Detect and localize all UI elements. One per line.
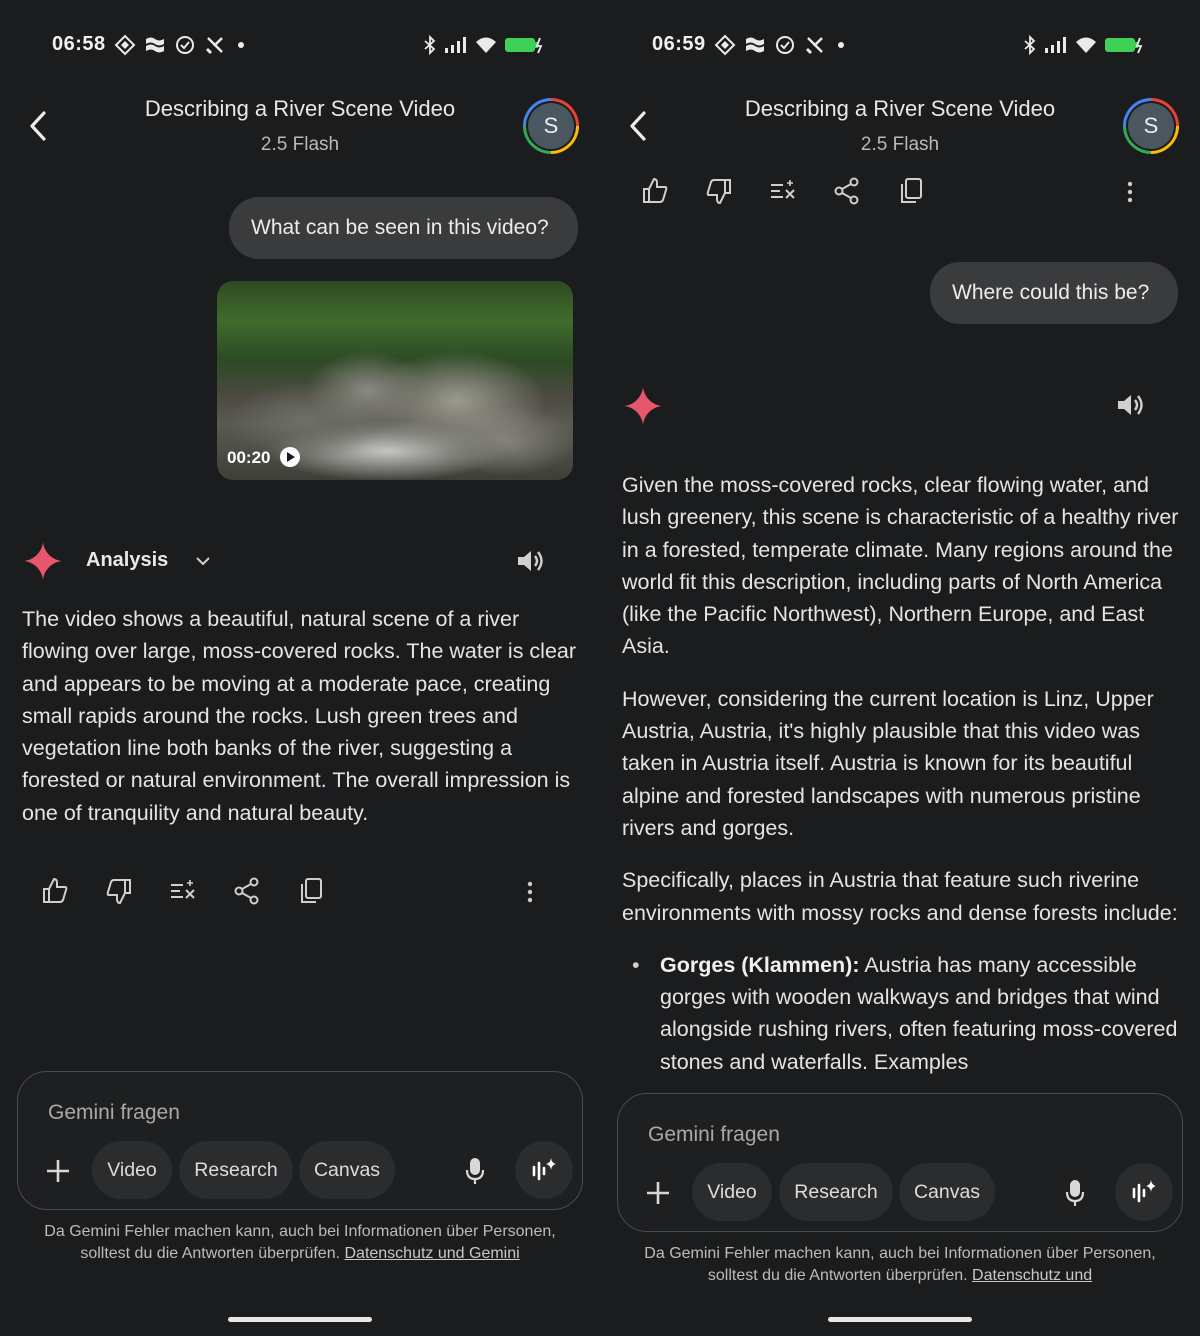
microphone-icon[interactable] — [1064, 1178, 1086, 1208]
live-sparkle-icon — [532, 1158, 556, 1181]
user-message-bubble: Where could this be? — [930, 262, 1178, 324]
modify-response-icon[interactable] — [768, 176, 798, 206]
model-label[interactable]: 2.5 Flash — [600, 134, 1200, 156]
response-paragraph-1: Given the moss-covered rocks, clear flow… — [622, 473, 1179, 659]
wifi-icon — [1076, 37, 1096, 53]
video-duration: 00:20 — [227, 448, 271, 467]
home-indicator[interactable] — [228, 1317, 372, 1322]
video-thumbnail[interactable]: 00:20 — [217, 281, 573, 480]
privacy-link[interactable]: Datenschutz und Gemini — [344, 1245, 519, 1262]
tools-icon — [205, 37, 223, 55]
speaker-icon[interactable] — [516, 547, 546, 575]
research-chip[interactable]: Research — [779, 1163, 893, 1221]
chat-title: Describing a River Scene Video — [744, 96, 1056, 121]
signal-icon — [445, 37, 466, 53]
canvas-chip[interactable]: Canvas — [899, 1163, 995, 1221]
check-circle-icon — [176, 36, 194, 54]
flag-icon — [746, 37, 764, 53]
canvas-chip[interactable]: Canvas — [299, 1141, 395, 1199]
status-system-icons — [1022, 33, 1144, 57]
prompt-input-box[interactable]: Gemini fragen Video Research Canvas — [617, 1093, 1183, 1232]
share-icon[interactable] — [232, 876, 262, 906]
dot-icon — [838, 42, 844, 48]
user-message-text: Where could this be? — [952, 281, 1150, 304]
user-message-text: What can be seen in this video? — [251, 216, 549, 239]
plus-icon[interactable] — [644, 1179, 672, 1207]
video-chip[interactable]: Video — [692, 1163, 772, 1221]
notification-app-icon — [714, 34, 736, 56]
more-options-icon[interactable] — [1120, 176, 1140, 206]
status-notification-icons — [114, 33, 248, 57]
speaker-icon[interactable] — [1116, 391, 1146, 419]
chevron-down-icon[interactable] — [194, 553, 212, 569]
response-actions — [0, 876, 600, 910]
response-paragraph-2: However, considering the current locatio… — [622, 686, 1154, 840]
thumbs-up-icon[interactable] — [40, 876, 70, 906]
plus-icon[interactable] — [44, 1157, 72, 1185]
avatar[interactable]: S — [1123, 98, 1179, 154]
avatar-letter: S — [1128, 103, 1174, 149]
avatar[interactable]: S — [523, 98, 579, 154]
video-chip[interactable]: Video — [92, 1141, 172, 1199]
wifi-icon — [476, 37, 496, 53]
user-message-bubble: What can be seen in this video? — [229, 197, 578, 259]
prompt-input[interactable]: Gemini fragen — [48, 1101, 180, 1125]
flag-icon — [146, 37, 164, 53]
analysis-label[interactable]: Analysis — [86, 549, 168, 572]
more-options-icon[interactable] — [520, 876, 540, 906]
status-time: 06:59 — [652, 33, 706, 55]
home-indicator[interactable] — [828, 1317, 972, 1322]
live-sparkle-icon — [1132, 1180, 1156, 1203]
response-text: The video shows a beautiful, natural sce… — [22, 603, 582, 849]
thumbs-down-icon[interactable] — [104, 876, 134, 906]
response-paragraph: The video shows a beautiful, natural sce… — [22, 607, 577, 825]
right-screen: 06:59 Describing a River Scene Video 2.5… — [600, 0, 1200, 1336]
battery-icon — [505, 37, 543, 54]
copy-icon[interactable] — [297, 876, 327, 906]
privacy-link[interactable]: Datenschutz und — [972, 1267, 1092, 1284]
status-system-icons — [422, 33, 544, 57]
copy-icon[interactable] — [897, 176, 927, 206]
thumbs-down-icon[interactable] — [704, 176, 734, 206]
chat-title: Describing a River Scene Video — [144, 96, 456, 121]
response-text: Given the moss-covered rocks, clear flow… — [622, 469, 1182, 1089]
modify-response-icon[interactable] — [168, 876, 198, 906]
left-screen: 06:58 Describing a River Scene Video 2.5… — [0, 0, 600, 1336]
gemini-star-icon — [624, 387, 662, 425]
play-icon[interactable] — [279, 446, 301, 468]
live-mode-button[interactable] — [515, 1141, 573, 1199]
thumbs-up-icon[interactable] — [640, 176, 670, 206]
check-circle-icon — [776, 36, 794, 54]
signal-icon — [1045, 37, 1066, 53]
prompt-input-box[interactable]: Gemini fragen Video Research Canvas — [17, 1071, 583, 1210]
list-item: Gorges (Klammen): Austria has many acces… — [622, 949, 1182, 1078]
share-icon[interactable] — [832, 176, 862, 206]
response-paragraph-3: Specifically, places in Austria that fea… — [622, 868, 1178, 925]
bluetooth-icon — [1024, 35, 1036, 55]
disclaimer: Da Gemini Fehler machen kann, auch bei I… — [40, 1221, 560, 1265]
status-notification-icons — [714, 33, 848, 57]
live-mode-button[interactable] — [1115, 1163, 1173, 1221]
model-label[interactable]: 2.5 Flash — [0, 134, 600, 156]
tools-icon — [805, 37, 823, 55]
research-chip[interactable]: Research — [179, 1141, 293, 1199]
gemini-star-icon — [24, 542, 62, 580]
prompt-input[interactable]: Gemini fragen — [648, 1123, 780, 1147]
bullet-title: Gorges (Klammen): — [660, 952, 860, 977]
notification-app-icon — [114, 34, 136, 56]
battery-icon — [1105, 37, 1143, 54]
dot-icon — [238, 42, 244, 48]
previous-response-actions — [600, 176, 1200, 210]
status-time: 06:58 — [52, 33, 106, 55]
disclaimer: Da Gemini Fehler machen kann, auch bei I… — [640, 1243, 1160, 1287]
microphone-icon[interactable] — [464, 1156, 486, 1186]
response-bullet-list: Gorges (Klammen): Austria has many acces… — [622, 949, 1182, 1078]
avatar-letter: S — [528, 103, 574, 149]
bluetooth-icon — [424, 35, 436, 55]
